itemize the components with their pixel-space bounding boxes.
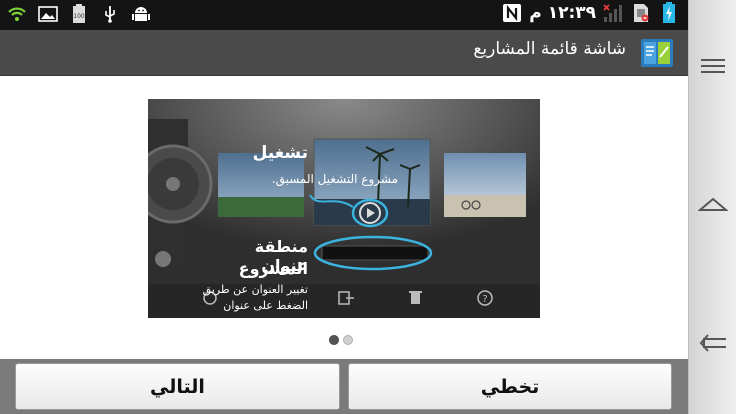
battery-100-icon: 100: [68, 4, 90, 24]
status-clock: ١٢:٣٩ م: [529, 3, 596, 23]
project-list-app-icon: [640, 37, 674, 69]
bottom-button-bar: التالي تخطي: [0, 359, 688, 414]
status-system: ١٢:٣٩ م: [501, 2, 680, 23]
title-area-description-line2: الضغط على عنوان: [223, 299, 308, 312]
nfc-icon: [501, 3, 523, 23]
play-description: مشروع التشغيل المسبق.: [271, 172, 398, 186]
skip-button[interactable]: تخطي: [348, 363, 672, 410]
usb-icon: [99, 4, 121, 24]
svg-text:100: 100: [73, 13, 85, 20]
project-thumbnail-right: [444, 153, 526, 217]
status-bar: 100 ١٢:٣٩ م: [0, 0, 688, 30]
tutorial-content: ? تشغيل مشروع التشغيل المسبق. منطقة عنوا…: [0, 76, 688, 359]
play-heading: تشغيل: [252, 143, 308, 163]
no-signal-icon: [602, 3, 624, 23]
battery-charging-icon: [658, 2, 680, 23]
title-bar: شاشة قائمة المشاريع: [0, 30, 688, 76]
image-icon: [37, 4, 59, 24]
home-button[interactable]: [697, 192, 729, 222]
navigation-bar: [688, 0, 736, 414]
sim-icon: [630, 3, 652, 23]
android-icon: [130, 4, 152, 24]
menu-icon: [701, 58, 725, 78]
wifi-icon: [6, 4, 28, 24]
page-indicator: [329, 335, 353, 345]
page-dot-2: [343, 335, 353, 345]
screen-title: شاشة قائمة المشاريع: [473, 39, 626, 59]
tutorial-illustration: ? تشغيل مشروع التشغيل المسبق. منطقة عنوا…: [148, 99, 540, 318]
title-area-heading-line2: المشروع: [238, 259, 308, 278]
status-notifications: 100: [6, 4, 152, 24]
page-dot-1: [329, 335, 339, 345]
next-button[interactable]: التالي: [15, 363, 340, 410]
menu-button[interactable]: [697, 53, 729, 83]
home-icon: [697, 196, 729, 218]
svg-text:?: ?: [482, 294, 487, 305]
back-button[interactable]: [697, 330, 729, 360]
back-icon: [698, 334, 728, 356]
title-area-description-line1: تغيير العنوان عن طريق: [202, 283, 308, 296]
screen: 100 ١٢:٣٩ م شاشة قائمة المشاريع ? تشغيل …: [0, 0, 736, 414]
